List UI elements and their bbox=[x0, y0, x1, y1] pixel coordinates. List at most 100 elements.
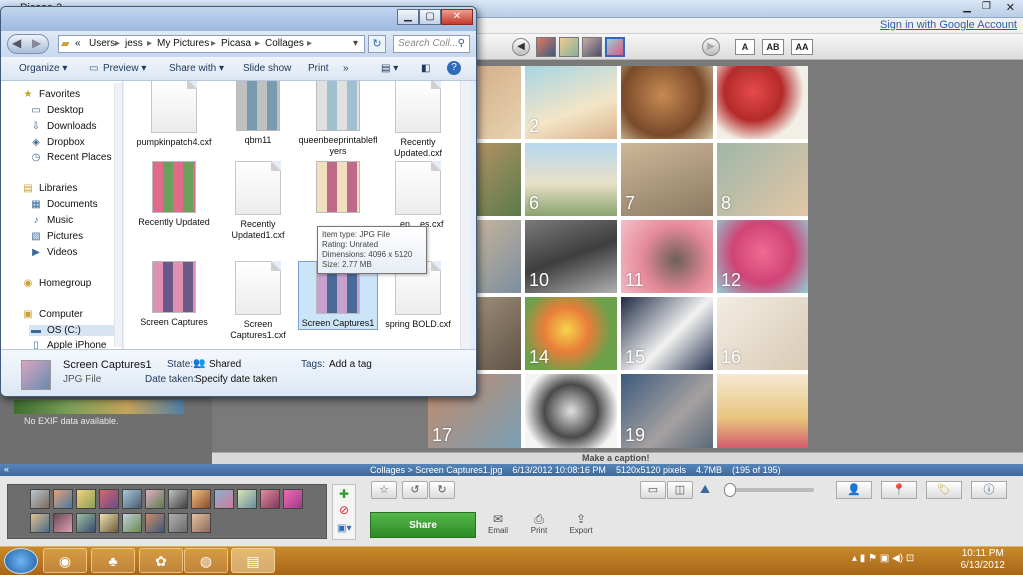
app-taskbar-icon[interactable]: ♣ bbox=[91, 548, 135, 573]
tag-icon[interactable]: 🏷 bbox=[926, 481, 962, 499]
refresh-icon[interactable]: ↻ bbox=[368, 35, 386, 53]
file-item[interactable]: qbm11 bbox=[218, 81, 298, 146]
view-single-icon[interactable]: ▭ bbox=[640, 481, 666, 499]
tray-thumb[interactable] bbox=[30, 489, 50, 509]
slideshow-button[interactable]: Slide show bbox=[243, 63, 291, 74]
toolbar-thumb[interactable] bbox=[536, 37, 556, 57]
taskbar-clock[interactable]: 10:11 PM 6/13/2012 bbox=[961, 548, 1006, 572]
signin-link[interactable]: Sign in with Google Account bbox=[880, 19, 1017, 31]
file-item[interactable]: Screen Captures1.cxf bbox=[218, 261, 298, 341]
file-item[interactable] bbox=[298, 161, 378, 217]
view-options-icon[interactable]: ▤ ▾ bbox=[381, 63, 398, 74]
tray-thumb[interactable] bbox=[53, 513, 73, 533]
text-size-small-button[interactable]: A bbox=[735, 39, 755, 55]
hold-icon[interactable]: ✚ bbox=[339, 487, 349, 501]
maximize-icon[interactable]: ▢ bbox=[419, 9, 441, 25]
details-tags-value[interactable]: Add a tag bbox=[329, 359, 372, 370]
explorer-taskbar-icon[interactable]: ▤ bbox=[231, 548, 275, 573]
zoom-slider-knob[interactable] bbox=[724, 483, 736, 497]
breadcrumb-overflow[interactable]: « bbox=[75, 38, 81, 49]
tray-thumb[interactable] bbox=[76, 489, 96, 509]
toolbar-thumb[interactable] bbox=[559, 37, 579, 57]
firefox-taskbar-icon[interactable]: ◍ bbox=[184, 548, 228, 573]
tray-thumb[interactable] bbox=[168, 489, 188, 509]
file-item[interactable]: Screen Captures bbox=[134, 261, 214, 328]
text-size-medium-button[interactable]: AB bbox=[762, 39, 784, 55]
rotate-left-icon[interactable]: ↺ bbox=[402, 481, 428, 499]
nav-item[interactable]: ▧ Pictures bbox=[29, 231, 83, 242]
organize-menu[interactable]: Organize ▾ bbox=[19, 63, 67, 74]
tray-icons[interactable]: ▴ ▮ ⚑ ▣ ◀) ⊡ bbox=[852, 553, 914, 564]
rotate-right-icon[interactable]: ↻ bbox=[429, 481, 455, 499]
tray-thumb[interactable] bbox=[99, 513, 119, 533]
tray-thumb[interactable] bbox=[30, 513, 50, 533]
collapse-icon[interactable]: « bbox=[4, 464, 9, 474]
files-scrollbar[interactable] bbox=[460, 81, 470, 349]
toolbar-thumb[interactable] bbox=[582, 37, 602, 57]
tray-thumb[interactable] bbox=[145, 513, 165, 533]
search-input[interactable]: Search Coll... ⚲ bbox=[393, 35, 470, 53]
prev-icon[interactable]: ◀ bbox=[512, 38, 530, 56]
minimize-icon[interactable]: ▁ bbox=[963, 2, 971, 13]
nav-item[interactable]: ▣ Computer bbox=[21, 309, 83, 320]
caption-placeholder[interactable]: Make a caption! bbox=[582, 453, 650, 463]
tray-thumb[interactable] bbox=[214, 489, 234, 509]
info-icon[interactable]: ⓘ bbox=[971, 481, 1007, 499]
nav-item[interactable]: ◈ Dropbox bbox=[29, 137, 85, 148]
chrome-taskbar-icon[interactable]: ◉ bbox=[43, 548, 87, 573]
tray-thumb[interactable] bbox=[99, 489, 119, 509]
file-item[interactable]: ...en ...es.cxf bbox=[378, 161, 458, 230]
breadcrumb-users[interactable]: Users bbox=[89, 38, 115, 49]
export-button[interactable]: ⇪ Export bbox=[561, 512, 601, 535]
zoom-slider-track[interactable] bbox=[724, 488, 814, 492]
tray-thumb[interactable] bbox=[260, 489, 280, 509]
album-icon[interactable]: ▣▾ bbox=[337, 523, 351, 534]
breadcrumb-my-pictures[interactable]: My Pictures bbox=[157, 38, 209, 49]
tray-thumb[interactable] bbox=[283, 489, 303, 509]
share-button[interactable]: Share bbox=[370, 512, 476, 538]
star-icon[interactable]: ☆ bbox=[371, 481, 397, 499]
nav-item[interactable]: ▬ OS (C:) bbox=[29, 325, 121, 336]
nav-item[interactable]: ◷ Recent Places bbox=[29, 152, 112, 163]
nav-item[interactable]: ▶ Videos bbox=[29, 247, 77, 258]
breadcrumb-picasa[interactable]: Picasa bbox=[221, 38, 251, 49]
nav-item[interactable]: ▭ Desktop bbox=[29, 105, 83, 116]
print-button[interactable]: ⎙ Print bbox=[519, 512, 559, 535]
tray-thumb[interactable] bbox=[191, 489, 211, 509]
nav-scrollbar[interactable] bbox=[114, 83, 122, 347]
tray-thumb[interactable] bbox=[122, 513, 142, 533]
help-icon[interactable]: ? bbox=[447, 61, 461, 75]
preview-pane-icon[interactable]: ◧ bbox=[421, 63, 430, 74]
clear-icon[interactable]: ⊘ bbox=[339, 503, 349, 517]
nav-item[interactable]: ▤ Libraries bbox=[21, 183, 77, 194]
tray-thumb[interactable] bbox=[237, 489, 257, 509]
tray-thumb[interactable] bbox=[168, 513, 188, 533]
file-item[interactable]: queenbeeprintablefl yers bbox=[298, 81, 378, 157]
nav-item[interactable]: ★ Favorites bbox=[21, 89, 81, 100]
print-button[interactable]: Print bbox=[308, 63, 329, 74]
next-icon[interactable]: ▶ bbox=[702, 38, 720, 56]
tray-thumb[interactable] bbox=[53, 489, 73, 509]
start-button[interactable] bbox=[4, 548, 38, 574]
address-bar[interactable]: ▰ « Users ▸ jess ▸ My Pictures ▸ Picasa … bbox=[58, 35, 365, 53]
breadcrumb-jess[interactable]: jess bbox=[125, 38, 143, 49]
file-item[interactable]: Recently Updated.cxf bbox=[378, 81, 458, 159]
nav-item[interactable]: ♪ Music bbox=[29, 215, 74, 226]
minimize-icon[interactable]: ▁ bbox=[397, 9, 419, 25]
email-button[interactable]: ✉ Email bbox=[478, 512, 518, 535]
tray-thumb[interactable] bbox=[145, 489, 165, 509]
tray-thumb[interactable] bbox=[76, 513, 96, 533]
photo-tray[interactable] bbox=[7, 484, 327, 539]
people-icon[interactable]: 👤 bbox=[836, 481, 872, 499]
file-item[interactable]: Recently Updated1.cxf bbox=[218, 161, 298, 241]
back-icon[interactable]: ◀ bbox=[12, 36, 21, 50]
view-compare-icon[interactable]: ◫ bbox=[667, 481, 693, 499]
collage-image[interactable]: 2 6 7 8 10 11 12 14 15 16 17 19 bbox=[428, 66, 808, 448]
breadcrumb-collages[interactable]: Collages bbox=[265, 38, 304, 49]
text-size-large-button[interactable]: AA bbox=[791, 39, 813, 55]
nav-item[interactable]: ⇩ Downloads bbox=[29, 121, 97, 132]
nav-item[interactable]: ▦ Documents bbox=[29, 199, 97, 210]
restore-icon[interactable]: ❐ bbox=[982, 1, 991, 12]
close-icon[interactable]: ✕ bbox=[1006, 1, 1015, 14]
chevron-down-icon[interactable]: ▾ bbox=[353, 38, 358, 49]
